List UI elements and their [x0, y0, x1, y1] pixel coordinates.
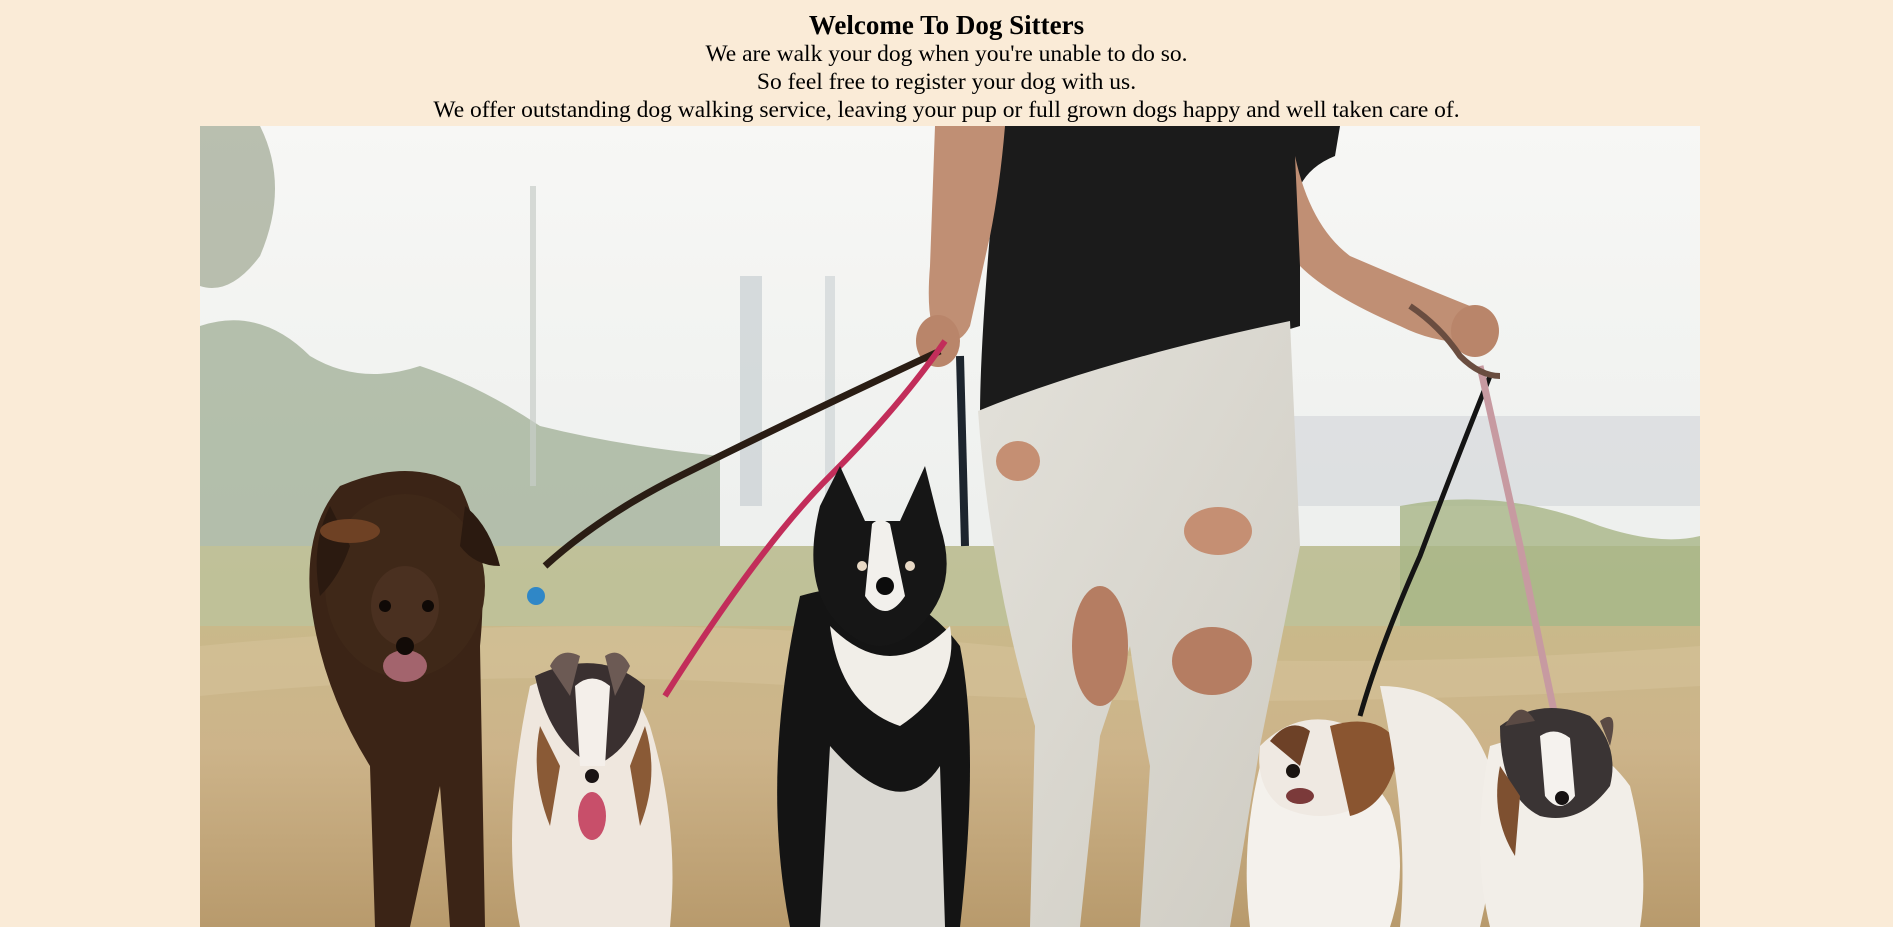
intro-line-2: So feel free to register your dog with u… [756, 69, 1137, 95]
intro-line-3: We offer outstanding dog walking service… [433, 97, 1460, 123]
intro-line-1: We are walk your dog when you're unable … [705, 41, 1188, 67]
dog-walker-photo-icon [200, 126, 1700, 927]
page-title: Welcome To Dog Sitters [808, 10, 1085, 40]
hero-image [200, 126, 1700, 927]
page-header: Welcome To Dog Sitters We are walk your … [0, 0, 1893, 124]
